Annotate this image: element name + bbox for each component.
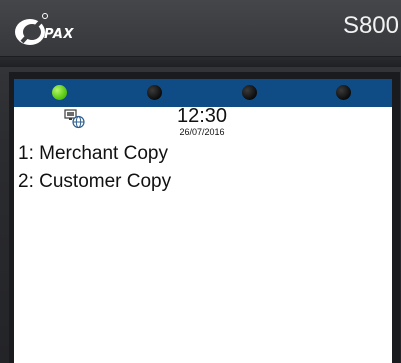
status-indicator-2	[147, 85, 162, 100]
menu-item-merchant-copy[interactable]: 1: Merchant Copy	[18, 141, 171, 169]
brand-name: PAX	[44, 27, 74, 42]
receipt-copy-menu: 1: Merchant Copy 2: Customer Copy	[18, 141, 171, 197]
display-screen: 12:30 26/07/2016 1: Merchant Copy 2: Cus…	[14, 79, 392, 363]
status-indicator-3	[242, 85, 257, 100]
clock-time: 12:30	[176, 105, 228, 127]
clock-date: 26/07/2016	[179, 127, 225, 137]
menu-item-customer-copy[interactable]: 2: Customer Copy	[18, 169, 171, 197]
pos-terminal: PAX S800 12:30 26/07/2016 1: Merchant Co…	[0, 0, 401, 363]
model-label: S800	[342, 12, 399, 39]
status-bar	[14, 79, 392, 107]
network-globe-icon	[64, 109, 85, 129]
status-indicator-1	[52, 85, 67, 100]
brand-bar: PAX S800	[0, 0, 401, 57]
status-indicator-4	[336, 85, 351, 100]
bezel	[0, 57, 401, 67]
